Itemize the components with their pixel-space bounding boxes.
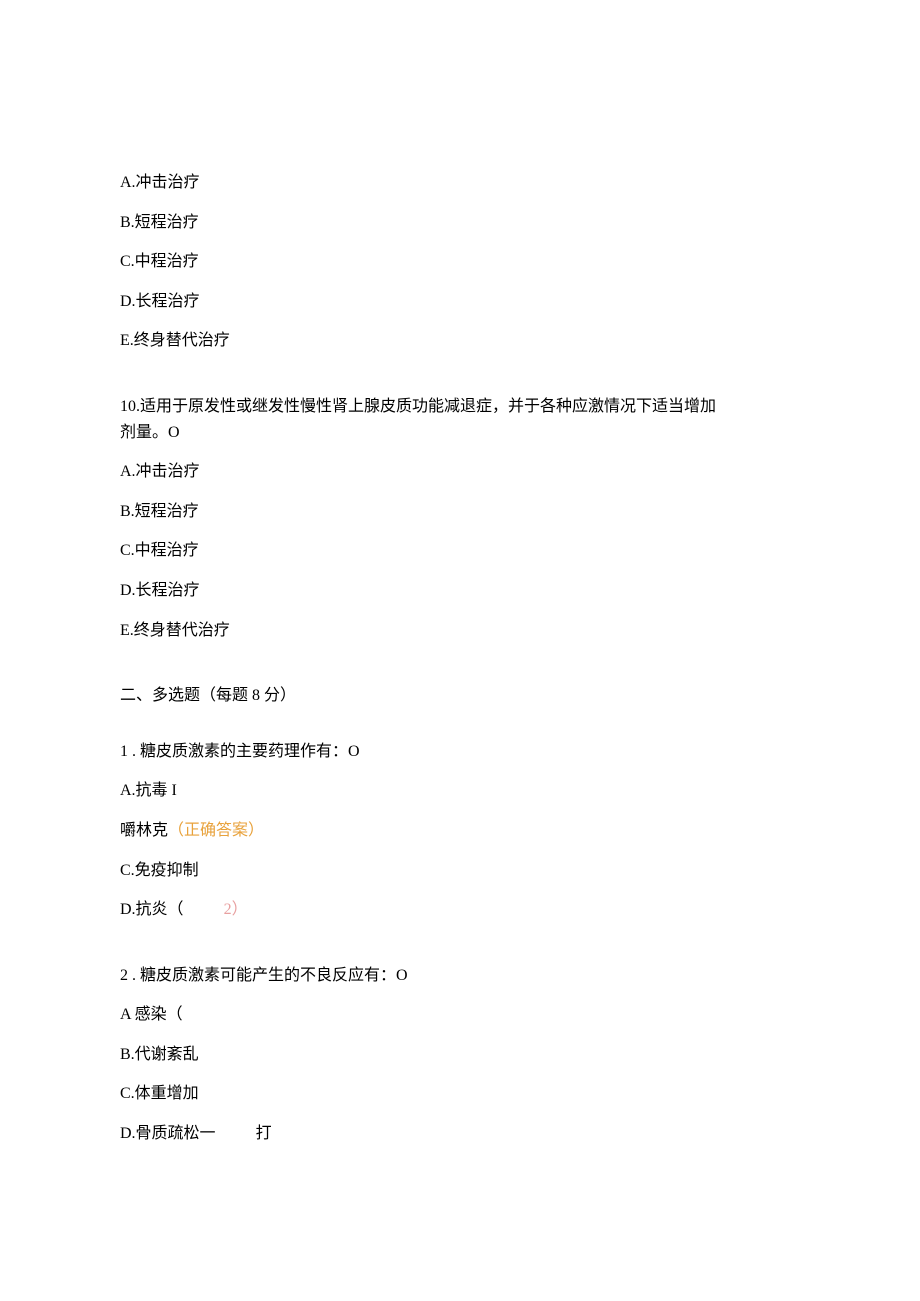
mq2-option-c: C.体重增加 (120, 1081, 800, 1107)
mq1-option-b-note: （正确答案） (168, 822, 264, 839)
q10-option-b: B.短程治疗 (120, 499, 800, 525)
q9-option-b: B.短程治疗 (120, 210, 800, 236)
q9-option-c: C.中程治疗 (120, 249, 800, 275)
mq1-option-d-prefix: D.抗炎（ (120, 901, 184, 918)
mq2-text: 2 . 糖皮质激素可能产生的不良反应有：O (120, 963, 800, 989)
mq2-option-a: A 感染（ (120, 1002, 800, 1028)
mq1-option-b: 嚼林克（正确答案） (120, 818, 800, 844)
multi-question-2: 2 . 糖皮质激素可能产生的不良反应有：O A 感染（ B.代谢紊乱 C.体重增… (120, 963, 800, 1147)
q10-option-d: D.长程治疗 (120, 578, 800, 604)
mq2-option-b: B.代谢紊乱 (120, 1042, 800, 1068)
mq1-option-a: A.抗毒 I (120, 778, 800, 804)
q10-option-e: E.终身替代治疗 (120, 618, 800, 644)
mq1-option-d: D.抗炎（ 2） (120, 897, 800, 923)
mq1-text: 1 . 糖皮质激素的主要药理作有：O (120, 739, 800, 765)
multi-question-1: 1 . 糖皮质激素的主要药理作有：O A.抗毒 I 嚼林克（正确答案） C.免疫… (120, 739, 800, 923)
q9-option-a: A.冲击治疗 (120, 170, 800, 196)
section-2-heading: 二、多选题（每题 8 分） (120, 683, 800, 709)
mq2-option-d-prefix: D.骨质疏松一 (120, 1125, 216, 1142)
q10-text-line1: 10.适用于原发性或继发性慢性肾上腺皮质功能减退症，并于各种应激情况下适当增加 (120, 398, 716, 415)
mq1-option-d-suffix: 2） (224, 901, 248, 918)
mq1-option-b-text: 嚼林克 (120, 822, 168, 839)
mq2-option-d: D.骨质疏松一 打 (120, 1121, 800, 1147)
q9-option-e: E.终身替代治疗 (120, 328, 800, 354)
mq2-option-d-suffix: 打 (256, 1125, 272, 1142)
q10-option-a: A.冲击治疗 (120, 459, 800, 485)
mq1-option-c: C.免疫抑制 (120, 858, 800, 884)
question-9-options: A.冲击治疗 B.短程治疗 C.中程治疗 D.长程治疗 E.终身替代治疗 (120, 170, 800, 354)
q10-option-c: C.中程治疗 (120, 538, 800, 564)
q10-text-line2: 剂量。O (120, 424, 180, 441)
q10-text: 10.适用于原发性或继发性慢性肾上腺皮质功能减退症，并于各种应激情况下适当增加 … (120, 394, 800, 445)
question-10: 10.适用于原发性或继发性慢性肾上腺皮质功能减退症，并于各种应激情况下适当增加 … (120, 394, 800, 643)
q9-option-d: D.长程治疗 (120, 289, 800, 315)
